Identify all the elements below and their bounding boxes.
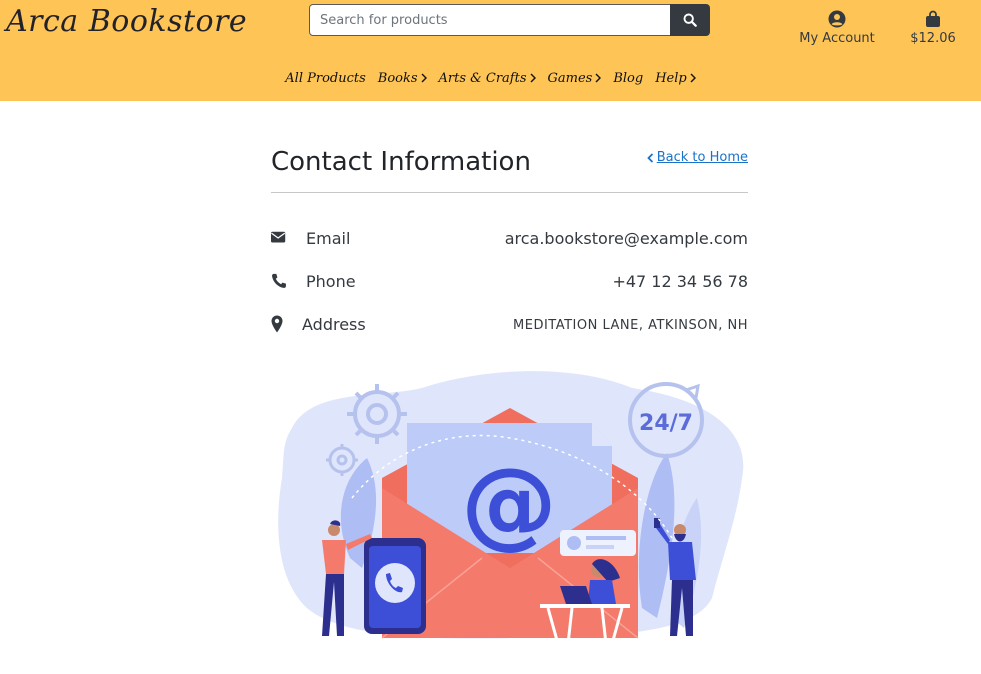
contact-row-phone: Phone +47 12 34 56 78 [271, 272, 748, 315]
search-bar [309, 4, 710, 36]
chevron-left-icon [646, 152, 653, 163]
nav-item-label: Blog [613, 70, 644, 86]
cart-total: $12.06 [910, 31, 956, 46]
title-row: Contact Information Back to Home [271, 101, 748, 193]
chevron-right-icon [530, 73, 536, 83]
my-account-label: My Account [799, 31, 875, 46]
page-title: Contact Information [271, 147, 531, 177]
contact-label: Address [302, 315, 366, 334]
phone-illustration [364, 538, 426, 634]
nav-item-blog[interactable]: Blog [613, 71, 643, 86]
chat-bubble [560, 530, 636, 556]
nav-item-label: Arts & Crafts [438, 70, 527, 86]
chevron-right-icon [421, 73, 427, 83]
nav-item-label: Games [547, 70, 593, 86]
contact-label: Phone [306, 272, 356, 291]
search-icon [683, 13, 697, 27]
nav-item-all-products[interactable]: All Products [285, 71, 366, 86]
back-link-label: Back to Home [656, 150, 748, 165]
search-button[interactable] [670, 4, 710, 36]
contact-row-email: Email arca.bookstore@example.com [271, 229, 748, 272]
nav-item-label: All Products [285, 70, 366, 86]
contact-row-address: Address MEDITATION LANE, ATKINSON, NH [271, 315, 748, 358]
my-account-link[interactable]: My Account [797, 10, 877, 46]
main-nav: All Products Books Arts & Crafts Games B… [0, 66, 981, 90]
nav-item-books[interactable]: Books [378, 71, 427, 86]
nav-item-label: Books [377, 70, 418, 86]
search-input[interactable] [309, 4, 671, 36]
site-header: Arca Bookstore My Account $12.06 All Pro… [0, 0, 981, 101]
user-circle-icon [828, 10, 846, 28]
contact-value: arca.bookstore@example.com [504, 229, 748, 248]
nav-item-games[interactable]: Games [548, 71, 602, 86]
cart-link[interactable]: $12.06 [903, 10, 963, 46]
svg-text:24/7: 24/7 [639, 411, 693, 436]
site-logo[interactable]: Arca Bookstore [6, 4, 247, 39]
envelope-icon [271, 231, 286, 243]
nav-item-label: Help [655, 70, 687, 86]
chevron-right-icon [595, 73, 602, 83]
nav-item-arts-crafts[interactable]: Arts & Crafts [439, 71, 536, 86]
nav-item-help[interactable]: Help [655, 71, 696, 86]
chevron-right-icon [690, 73, 696, 83]
map-marker-icon [271, 315, 283, 333]
phone-icon [272, 273, 286, 288]
at-symbol: @ [461, 447, 557, 559]
contact-illustration: 24/7 @ [278, 371, 744, 645]
shopping-bag-icon [926, 10, 940, 27]
contact-value: +47 12 34 56 78 [612, 272, 748, 291]
contact-section: Contact Information Back to Home Email a… [271, 101, 748, 358]
contact-list: Email arca.bookstore@example.com Phone +… [271, 229, 748, 358]
back-to-home-link[interactable]: Back to Home [646, 150, 748, 165]
contact-value: MEDITATION LANE, ATKINSON, NH [513, 318, 748, 333]
contact-label: Email [306, 229, 351, 248]
